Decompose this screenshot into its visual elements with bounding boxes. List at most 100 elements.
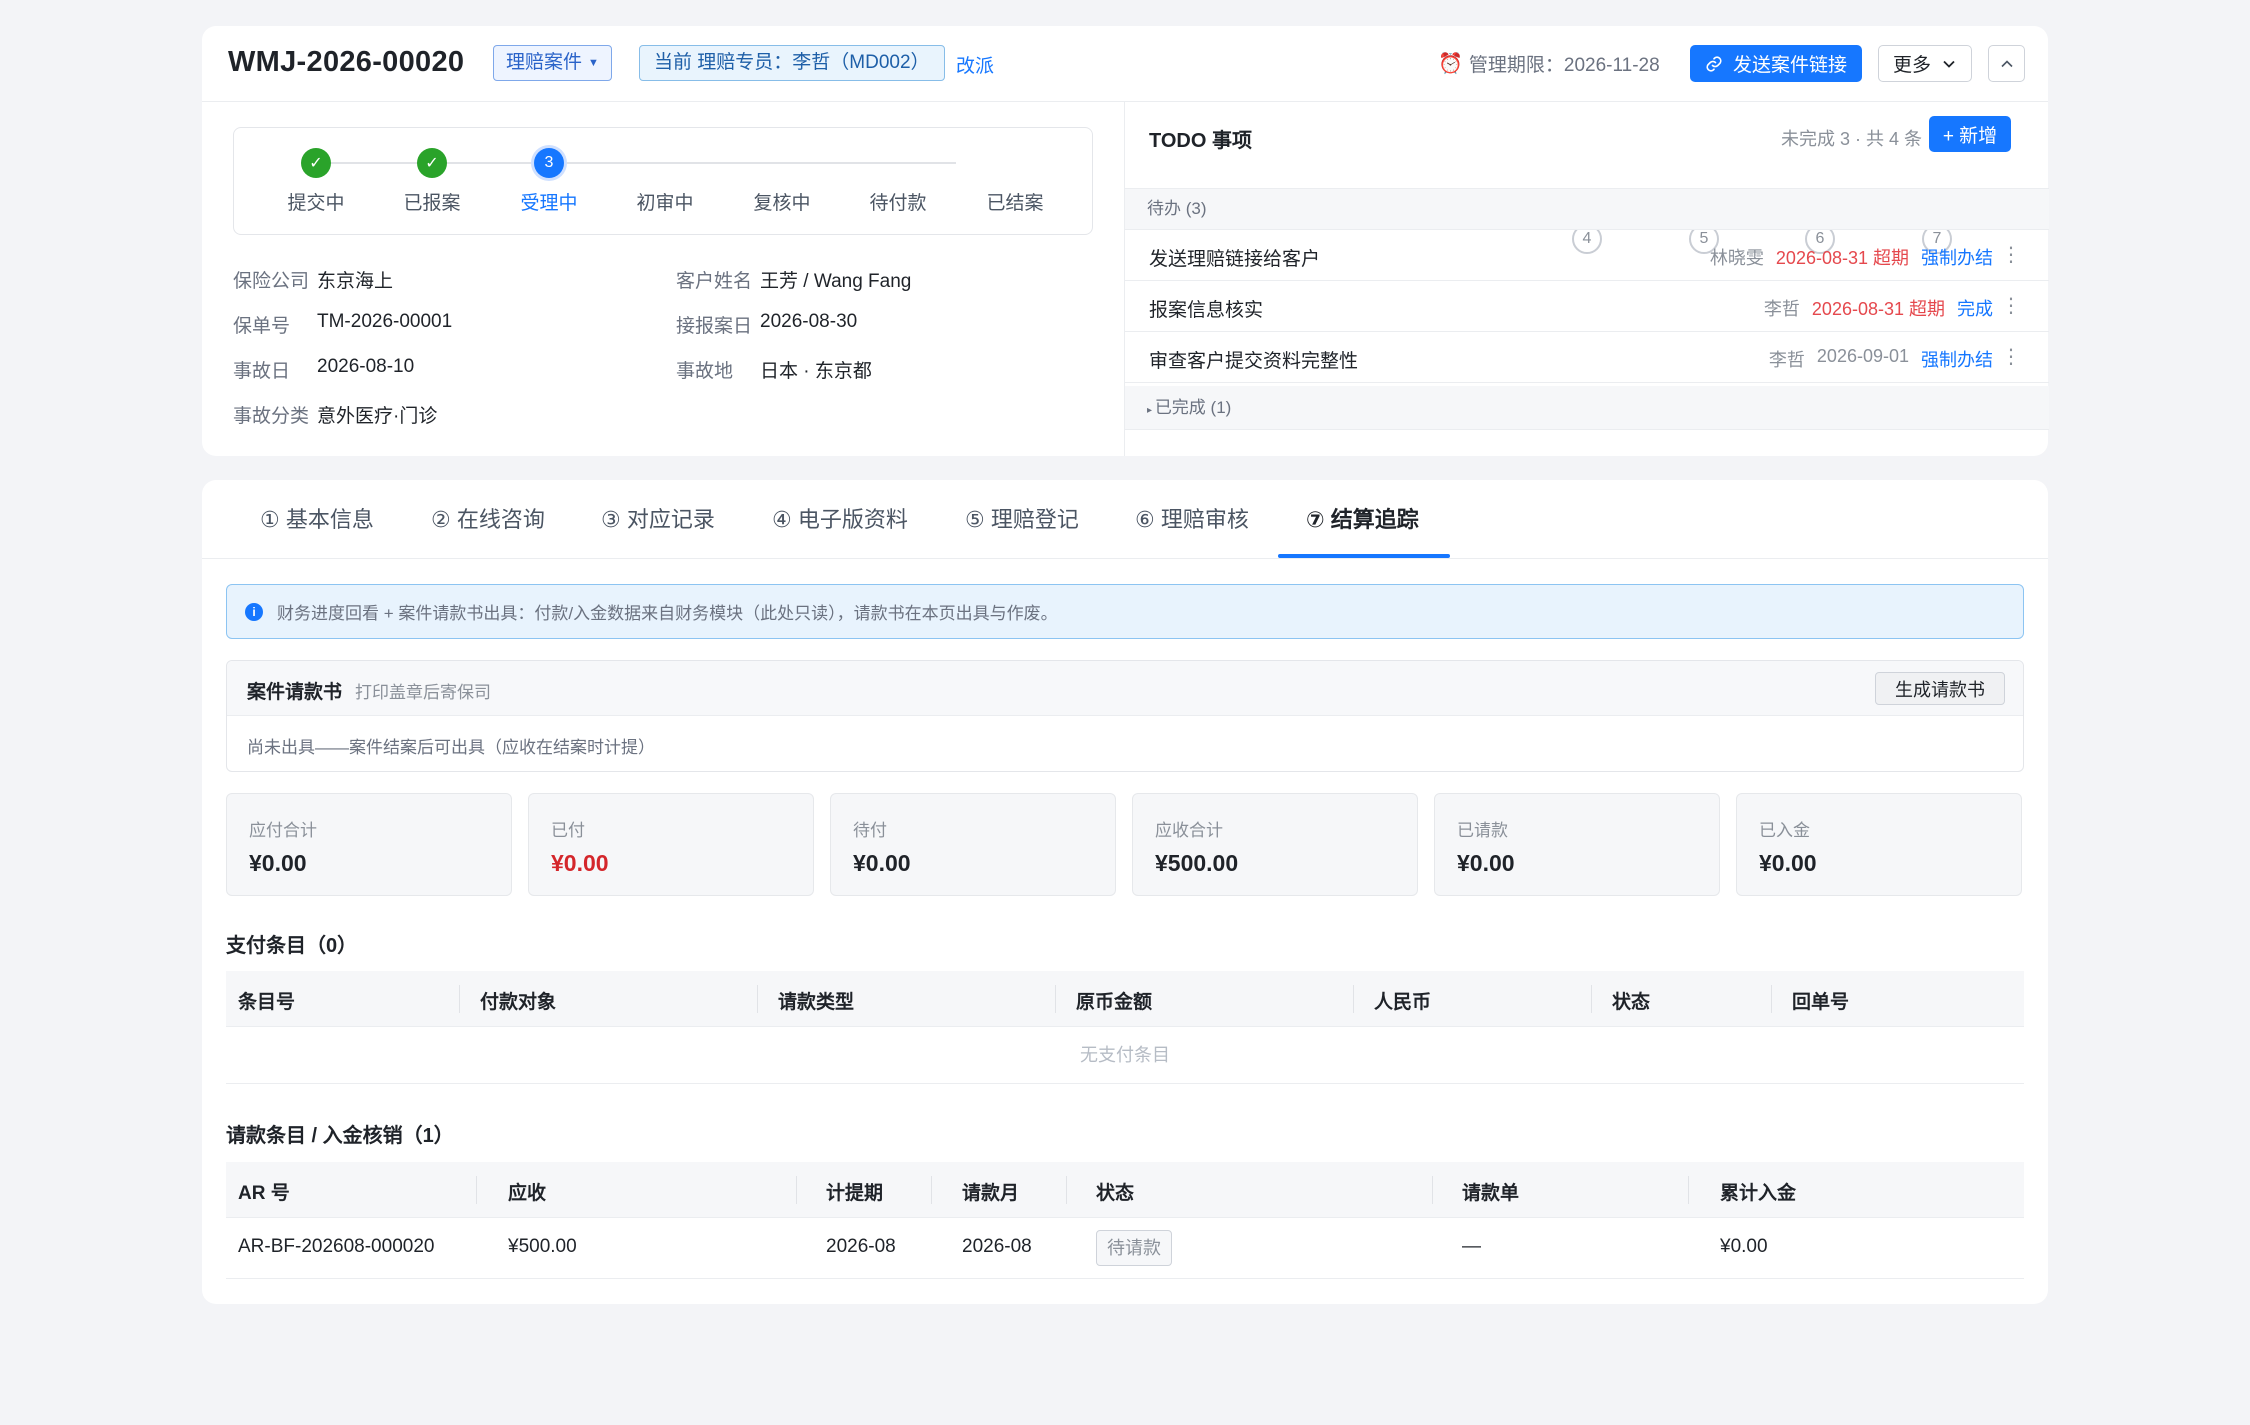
- force-close-link[interactable]: 强制办结: [1921, 244, 1993, 270]
- receivables-title: 请款条目 / 入金核销（1）: [226, 1125, 454, 1147]
- payments-title: 支付条目（0）: [226, 935, 358, 957]
- info-value: 日本 · 东京都: [760, 361, 872, 382]
- tab-bar: ① 基本信息 ② 在线咨询 ③ 对应记录 ④ 电子版资料 ⑤ 理赔登记 ⑥ 理赔…: [202, 480, 2048, 559]
- column-header: 状态: [1096, 1183, 1135, 1204]
- info-accident-date: 事故日 2026-08-10: [233, 356, 414, 383]
- check-icon: ✓: [301, 148, 331, 178]
- step-7: 7 已结案: [970, 148, 1952, 254]
- complete-link[interactable]: 完成: [1957, 295, 1993, 321]
- stat-card: 已付 ¥0.00: [528, 793, 814, 896]
- more-label: 更多: [1892, 55, 1931, 76]
- table-header: AR 号 应收 计提期 请款月 状态 请款单 累计入金: [226, 1162, 2024, 1218]
- info-key: 事故分类: [233, 406, 310, 427]
- info-customer: 客户姓名 王芳 / Wang Fang: [676, 266, 911, 293]
- info-policy: 保单号 TM-2026-00001: [233, 311, 452, 338]
- send-case-link-label: 发送案件链接: [1732, 55, 1847, 76]
- add-todo-button[interactable]: + 新增: [1929, 116, 2011, 152]
- force-close-link[interactable]: 强制办结: [1921, 346, 1993, 372]
- step-label: 已报案: [403, 193, 461, 214]
- stat-label: 应收合计: [1155, 821, 1223, 840]
- stat-label: 待付: [853, 821, 887, 840]
- todo-done-toggle[interactable]: ▸ 已完成 (1): [1125, 386, 2049, 430]
- stat-card: 应付合计 ¥0.00: [226, 793, 512, 896]
- info-value: 东京海上: [317, 271, 394, 292]
- more-button[interactable]: 更多: [1878, 45, 1972, 82]
- receivable-amount: ¥500.00: [508, 1236, 577, 1257]
- tab-records[interactable]: ③ 对应记录: [601, 502, 715, 534]
- tab-settlement-tracking[interactable]: ⑦ 结算追踪: [1306, 502, 1419, 534]
- status-badge: 待请款: [1096, 1230, 1172, 1266]
- stat-value: ¥500.00: [1155, 850, 1239, 876]
- case-progress-steps: ✓ 提交中 ✓ 已报案 3 受理中 4 初审中 5 复核中 6 待付款 7 已结…: [233, 127, 1952, 254]
- column-header: 付款对象: [480, 992, 557, 1013]
- request-letter-panel: 案件请款书 打印盖章后寄保司 生成请款书 尚未出具——案件结案后可出具（应收在结…: [226, 660, 2024, 772]
- request-letter-subtitle: 打印盖章后寄保司: [355, 683, 491, 702]
- step-1: ✓ 提交中: [271, 148, 361, 215]
- case-type-dropdown[interactable]: 理赔案件 ▼: [493, 45, 612, 81]
- stat-value: ¥0.00: [1457, 850, 1515, 876]
- info-banner-text: 财务进度回看 + 案件请款书出具：付款/入金数据来自财务模块（此处只读），请款书…: [277, 604, 1058, 623]
- tab-online-consult[interactable]: ② 在线咨询: [431, 502, 545, 534]
- info-key: 客户姓名: [676, 271, 753, 292]
- step-label: 已结案: [986, 193, 1044, 214]
- stat-card: 待付 ¥0.00: [830, 793, 1116, 896]
- stat-label: 应付合计: [249, 821, 317, 840]
- more-vertical-icon[interactable]: ⋮: [2001, 344, 2021, 369]
- step-label: 复核中: [753, 193, 811, 214]
- more-vertical-icon[interactable]: ⋮: [2001, 242, 2021, 267]
- column-header: 请款月: [962, 1183, 1020, 1204]
- generate-request-letter-button[interactable]: 生成请款书: [1875, 672, 2005, 705]
- tab-claim-register[interactable]: ⑤ 理赔登记: [965, 502, 1079, 534]
- info-banner: i 财务进度回看 + 案件请款书出具：付款/入金数据来自财务模块（此处只读），请…: [226, 584, 2024, 639]
- active-tab-indicator: [1278, 554, 1450, 558]
- tab-claim-review[interactable]: ⑥ 理赔审核: [1135, 502, 1249, 534]
- send-case-link-button[interactable]: 发送案件链接: [1690, 45, 1862, 82]
- column-divider: [1353, 985, 1354, 1013]
- column-header: 状态: [1612, 992, 1651, 1013]
- column-header: 条目号: [238, 992, 296, 1013]
- empty-state: 无支付条目: [226, 1027, 2024, 1084]
- request-letter-header: 案件请款书 打印盖章后寄保司 生成请款书: [227, 661, 2023, 716]
- collapse-button[interactable]: [1988, 45, 2025, 82]
- table-header: 条目号 付款对象 请款类型 原币金额 人民币 状态 回单号: [226, 971, 2024, 1027]
- todo-item-meta: 林晓雯 2026-08-31 超期 强制办结: [1710, 244, 1993, 270]
- case-header: WMJ-2026-00020 理赔案件 ▼ 当前 理赔专员：李哲（MD002） …: [202, 26, 2048, 102]
- step-label: 提交中: [287, 193, 345, 214]
- caret-down-icon: ▼: [588, 57, 599, 69]
- tab-basic-info[interactable]: ① 基本信息: [260, 502, 374, 534]
- stat-card: 已入金 ¥0.00: [1736, 793, 2022, 896]
- column-divider: [1432, 1176, 1433, 1204]
- todo-item-title: 发送理赔链接给客户: [1149, 249, 1321, 270]
- todo-item: 审查客户提交资料完整性 李哲 2026-09-01 强制办结 ⋮: [1125, 332, 2049, 383]
- reassign-link[interactable]: 改派: [956, 51, 994, 78]
- column-header: 累计入金: [1720, 1183, 1797, 1204]
- step-6: 6 待付款: [853, 148, 1835, 254]
- column-divider: [1771, 985, 1772, 1013]
- column-divider: [1055, 985, 1056, 1013]
- info-value: 意外医疗·门诊: [317, 406, 438, 427]
- info-value: 2026-08-30: [760, 311, 858, 332]
- table-row[interactable]: AR-BF-202608-000020 ¥500.00 2026-08 2026…: [226, 1218, 2024, 1279]
- column-header: 请款类型: [778, 992, 855, 1013]
- todo-item: 发送理赔链接给客户 林晓雯 2026-08-31 超期 强制办结 ⋮: [1125, 230, 2049, 281]
- column-header: AR 号: [238, 1183, 290, 1204]
- info-key: 保单号: [233, 316, 291, 337]
- todo-item-meta: 李哲 2026-08-31 超期 完成: [1764, 295, 1993, 321]
- column-divider: [757, 985, 758, 1013]
- more-vertical-icon[interactable]: ⋮: [2001, 293, 2021, 318]
- tab-e-documents[interactable]: ④ 电子版资料: [772, 502, 908, 534]
- stat-card: 应收合计 ¥500.00: [1132, 793, 1418, 896]
- step-label: 待付款: [869, 193, 927, 214]
- column-divider: [931, 1176, 932, 1204]
- todo-title: TODO 事项: [1149, 130, 1252, 152]
- todo-item-title: 报案信息核实: [1149, 300, 1264, 321]
- request-letter-status: 尚未出具——案件结案后可出具（应收在结案时计提）: [247, 738, 655, 757]
- step-number: 3: [534, 148, 564, 178]
- todo-count: 未完成 3 · 共 4 条: [1781, 129, 1923, 149]
- stat-card: 已请款 ¥0.00: [1434, 793, 1720, 896]
- todo-item: 报案信息核实 李哲 2026-08-31 超期 完成 ⋮: [1125, 281, 2049, 332]
- info-location: 事故地 日本 · 东京都: [676, 356, 872, 383]
- column-divider: [1688, 1176, 1689, 1204]
- info-insurer: 保险公司 东京海上: [233, 266, 393, 293]
- request-month: 2026-08: [962, 1236, 1032, 1257]
